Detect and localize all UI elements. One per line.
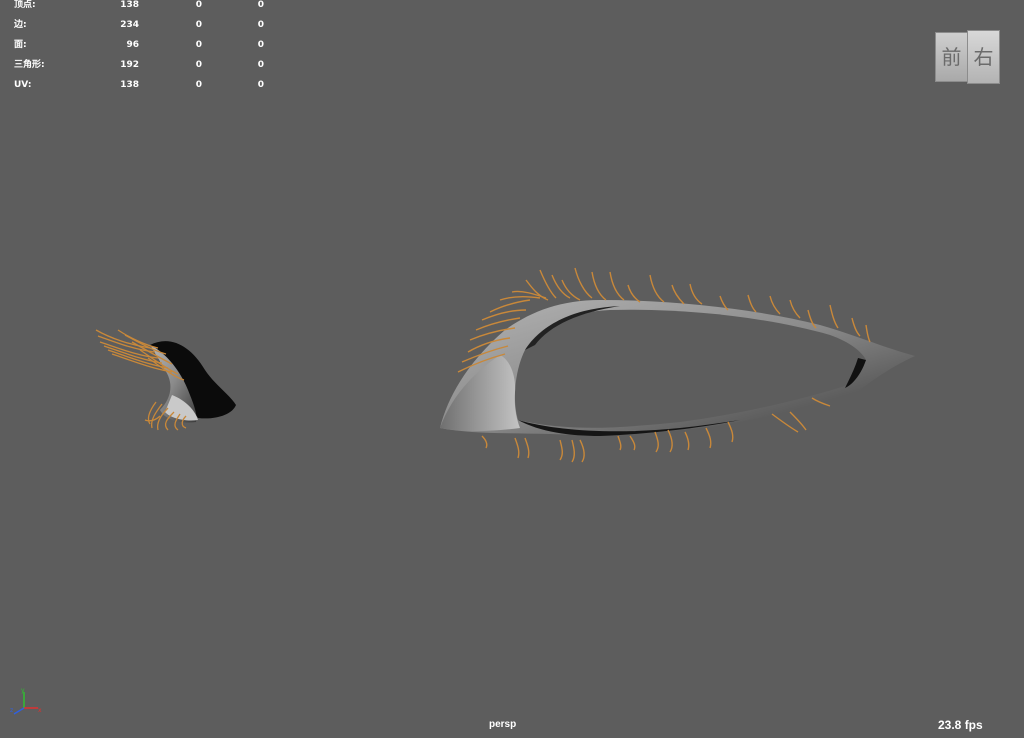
small-eye-model[interactable] bbox=[95, 329, 236, 431]
axis-gizmo-icon: y x z bbox=[10, 688, 42, 715]
scene-render[interactable] bbox=[0, 0, 1024, 738]
svg-text:y: y bbox=[21, 688, 25, 694]
fps-counter: 23.8 fps bbox=[938, 718, 983, 732]
svg-text:z: z bbox=[10, 707, 13, 714]
maya-viewport[interactable]: 顶点: 138 0 0 边: 234 0 0 面: 96 0 0 三角形: 19… bbox=[0, 0, 1024, 738]
camera-name-label: persp bbox=[489, 719, 517, 730]
svg-text:x: x bbox=[38, 707, 42, 714]
large-eye-model[interactable] bbox=[440, 267, 915, 463]
